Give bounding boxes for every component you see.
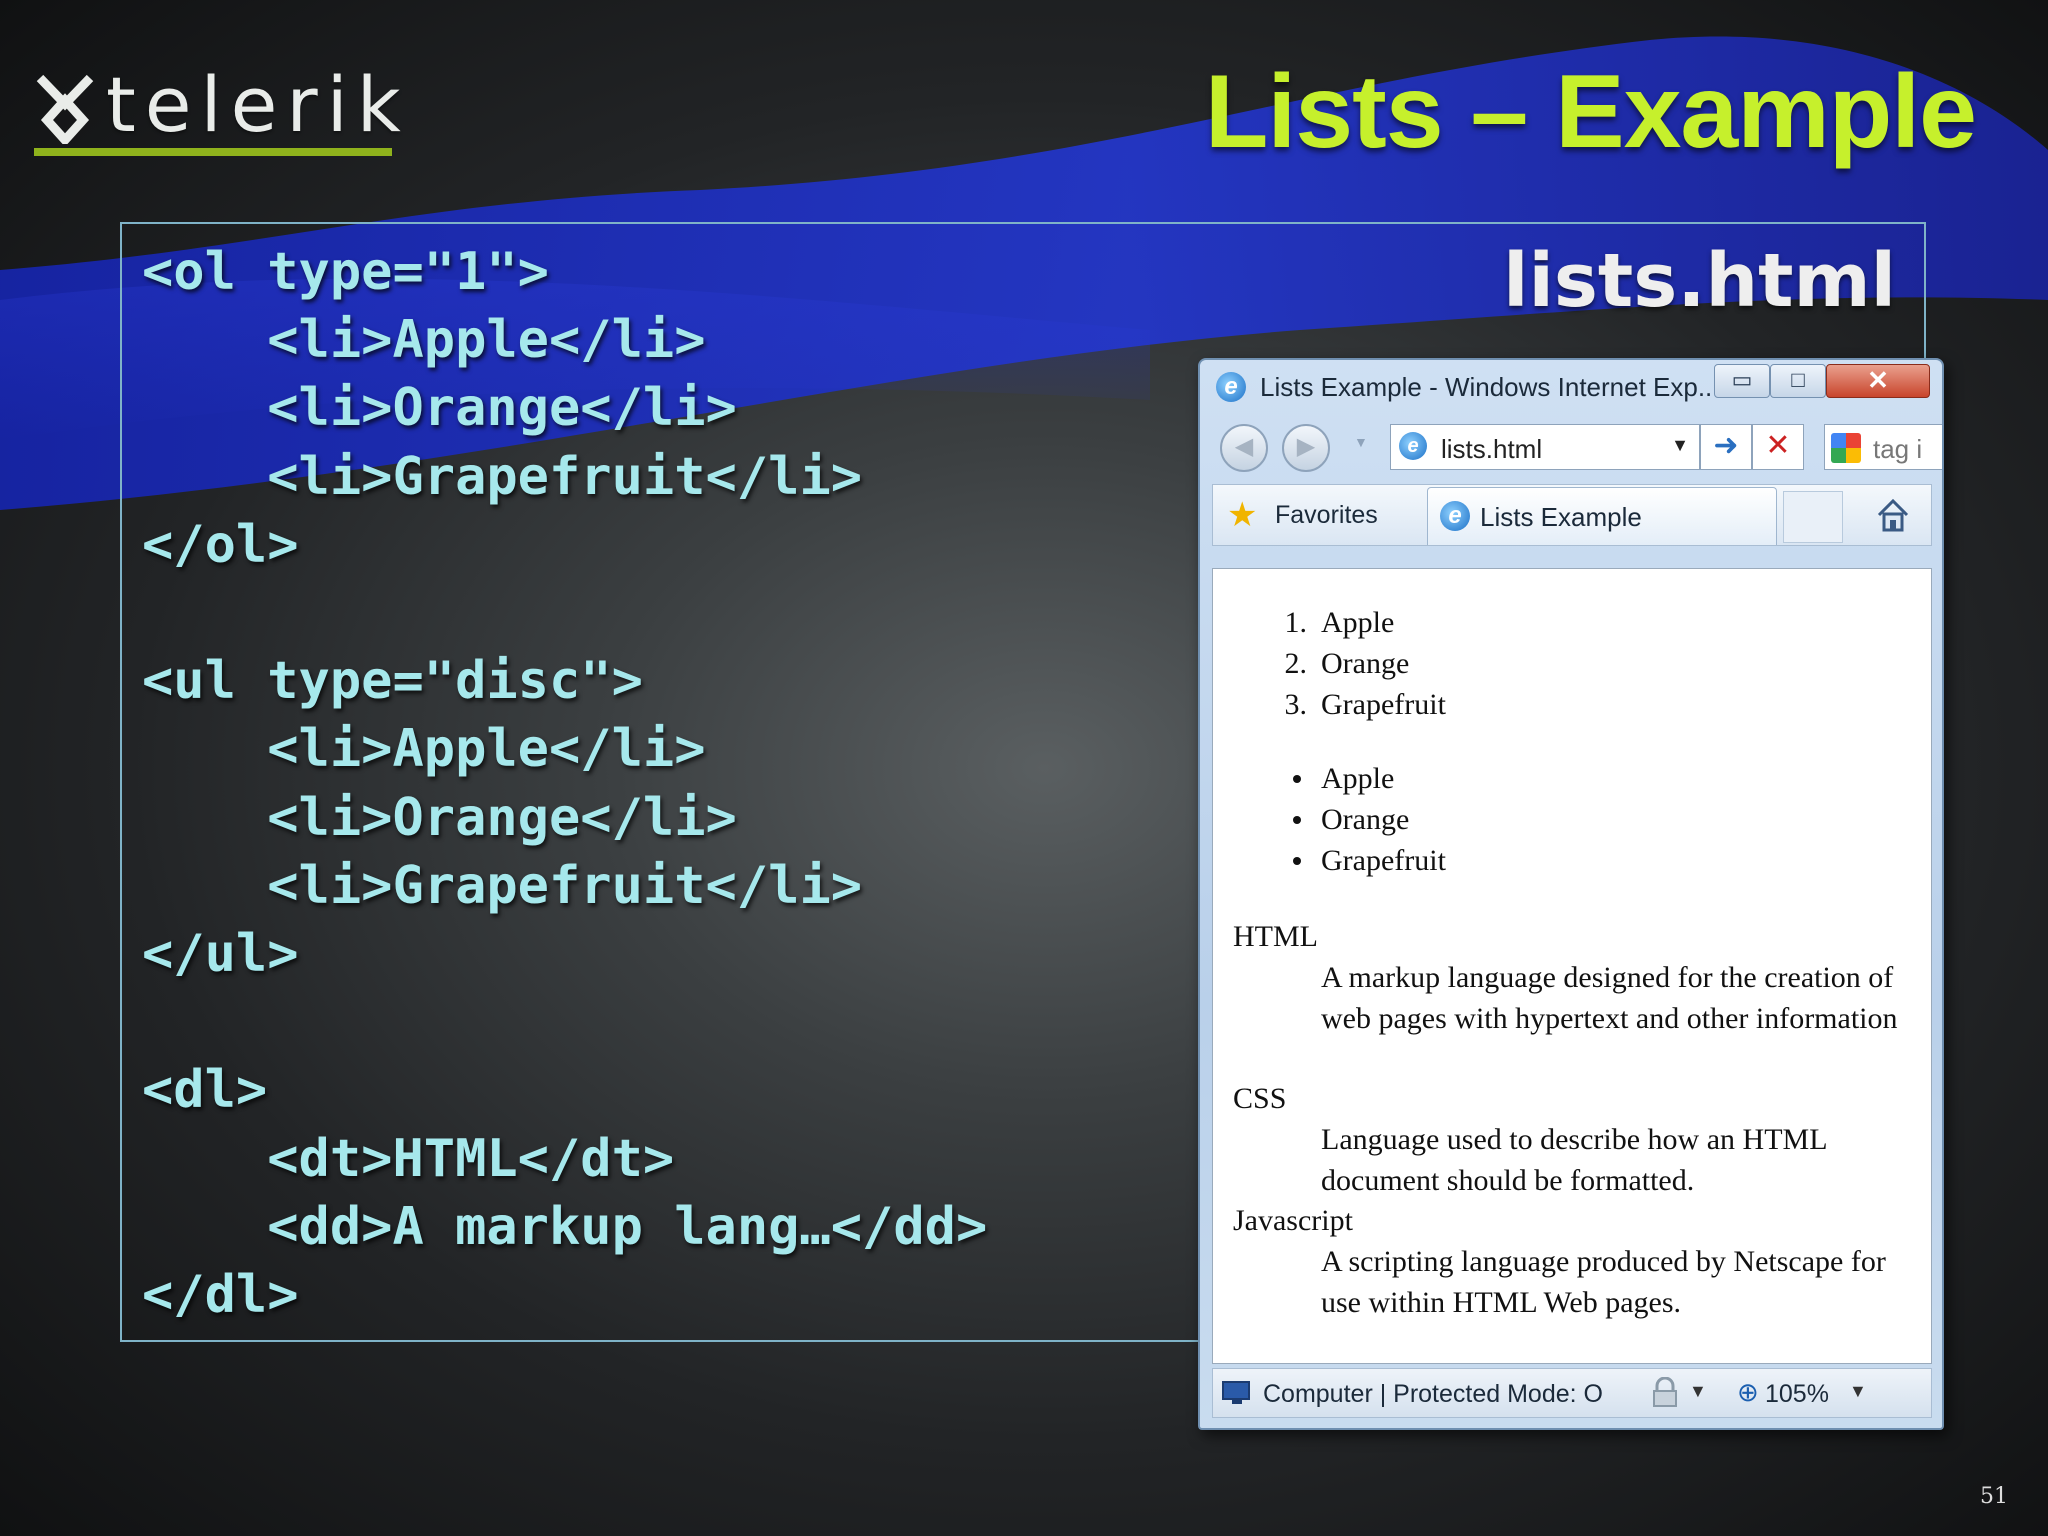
definition-description: Language used to describe how an HTML do… [1321,1123,1827,1197]
tab-ie-icon: e [1440,501,1470,531]
favorites-bar: ★ Favorites e Lists Example [1212,484,1932,546]
address-text: lists.html [1441,434,1543,464]
tab-label: Lists Example [1480,502,1642,532]
page-content: 1. Apple 2. Orange 3. Grapefruit Apple O… [1212,568,1932,1364]
telerik-logo: telerik [32,60,402,162]
list-marker: 3. [1284,688,1308,721]
back-button[interactable]: ◀ [1220,424,1268,472]
star-icon: ★ [1227,496,1258,534]
list-item-text: Grapefruit [1321,688,1446,721]
bullet [1293,775,1301,783]
definition-description: A markup language designed for the creat… [1321,961,1898,1035]
definition-term: HTML [1233,920,1318,953]
new-tab-button[interactable] [1783,491,1843,543]
zoom-level[interactable]: 105% [1765,1380,1829,1409]
zoom-dropdown-icon[interactable]: ▼ [1849,1381,1867,1402]
google-icon [1831,433,1861,463]
definition-description: A scripting language produced by Netscap… [1321,1245,1886,1319]
logo-underline [34,148,392,156]
monitor-icon [1222,1381,1250,1404]
slide-title: Lists – Example [1204,54,1977,170]
list-item-text: Grapefruit [1321,844,1446,877]
go-icon: ➜ [1713,429,1739,462]
browser-window: e Lists Example - Windows Internet Exp..… [1198,358,1944,1430]
close-icon: ✕ [1867,365,1889,395]
go-button[interactable]: ➜ [1700,424,1752,470]
recent-pages-dropdown[interactable]: ▼ [1354,434,1368,450]
minimize-button[interactable]: ▭ [1714,364,1770,398]
definition-term: CSS [1233,1082,1287,1115]
forward-button[interactable]: ▶ [1282,424,1330,472]
status-bar: Computer | Protected Mode: O ▼ ⊕ 105% ▼ [1212,1368,1932,1418]
list-item-text: Orange [1321,647,1410,680]
filename-label: lists.html [1503,238,1896,324]
favorites-label: Favorites [1275,501,1378,529]
favorites-button[interactable]: ★ Favorites [1219,485,1399,545]
search-input[interactable]: tag i [1824,424,1942,470]
list-item-text: Orange [1321,803,1410,836]
address-dropdown-icon[interactable]: ▼ [1671,435,1689,456]
navigation-bar: ◀ ▶ ▼ e lists.html ▼ ➜ ✕ tag i [1200,412,1942,476]
address-bar[interactable]: e lists.html ▼ [1390,424,1700,470]
page-number: 51 [1980,1484,2008,1509]
bullet [1293,816,1301,824]
back-icon: ◀ [1234,433,1254,460]
telerik-logo-icon [36,74,94,144]
close-button[interactable]: ✕ [1826,364,1930,398]
ie-icon: e [1216,372,1246,402]
definition-term: Javascript [1233,1204,1353,1237]
list-item-text: Apple [1321,762,1395,795]
stop-button[interactable]: ✕ [1752,424,1804,470]
page-icon: e [1399,432,1427,460]
status-text: Computer | Protected Mode: O [1263,1380,1603,1408]
code-listing: <ol type="1"> <li>Apple</li> <li>Orange<… [142,242,988,1326]
zoom-icon[interactable]: ⊕ [1737,1377,1759,1408]
tab-lists-example[interactable]: e Lists Example [1427,487,1777,545]
list-item-text: Apple [1321,606,1395,639]
window-title: Lists Example - Windows Internet Exp... [1260,372,1720,402]
minimize-icon: ▭ [1731,367,1753,392]
list-marker: 1. [1284,606,1308,639]
security-dropdown-icon[interactable]: ▼ [1689,1381,1707,1402]
stop-icon: ✕ [1765,429,1791,462]
bullet [1293,857,1301,865]
list-marker: 2. [1284,647,1308,680]
lock-icon[interactable] [1647,1377,1683,1409]
logo-text: telerik [106,60,410,149]
search-text: tag i [1873,434,1923,464]
title-bar: e Lists Example - Windows Internet Exp..… [1200,360,1942,412]
maximize-button[interactable]: □ [1770,364,1826,398]
home-icon[interactable] [1873,495,1913,535]
maximize-icon: □ [1791,367,1805,392]
forward-icon: ▶ [1296,433,1316,460]
